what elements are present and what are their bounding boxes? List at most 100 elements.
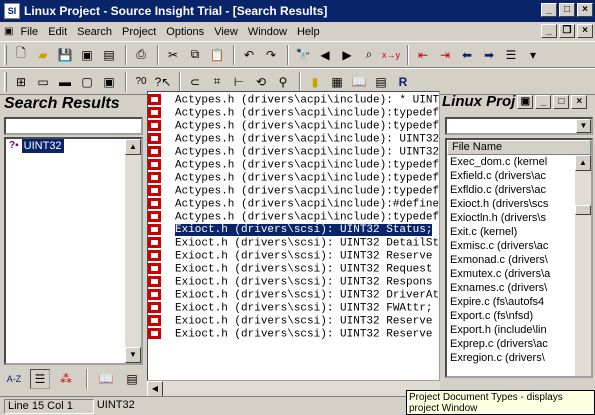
outline-icon[interactable]: ⊢ (229, 72, 249, 92)
file-list-item[interactable]: Exit.c (kernel) (447, 225, 575, 239)
chevron-down-icon[interactable]: ▼ (576, 119, 591, 133)
file-list-item[interactable]: Expire.c (fs\autofs4 (447, 295, 575, 309)
project-window-icon[interactable]: ▦ (327, 72, 347, 92)
result-row[interactable]: Actypes.h (drivers\acpi\include):typedef… (148, 185, 439, 198)
panel-maximize-button[interactable]: □ (553, 94, 570, 109)
file-list-item[interactable]: Export.c (fs\nfsd) (447, 309, 575, 323)
file-list-item[interactable]: Exmonad.c (drivers\ (447, 253, 575, 267)
result-row[interactable]: Actypes.h (drivers\acpi\include):typedef… (148, 211, 439, 224)
file-list-item[interactable]: Exioct.h (drivers\scs (447, 197, 575, 211)
result-row[interactable]: Actypes.h (drivers\acpi\include):typedef… (148, 172, 439, 185)
scroll-thumb[interactable] (575, 205, 591, 215)
cut-icon[interactable]: ✂ (163, 45, 183, 65)
scroll-up-icon[interactable]: ▲ (125, 139, 141, 155)
paste-icon[interactable]: 📋 (207, 45, 227, 65)
menu-edit[interactable]: Edit (43, 26, 72, 38)
relation-icon[interactable]: ⊂ (185, 72, 205, 92)
minimize-button[interactable]: _ (541, 3, 557, 17)
new-file-icon[interactable]: 🗋 (11, 45, 31, 65)
replace-icon[interactable]: x→y (381, 45, 401, 65)
file-list-item[interactable]: Exfldio.c (drivers\ac (447, 183, 575, 197)
file-list-item[interactable]: Exec_dom.c (kernel (447, 155, 575, 169)
mdi-close-button[interactable]: × (577, 24, 593, 38)
jump-back-icon[interactable]: ⇤ (413, 45, 433, 65)
file-list-item[interactable]: Exmutex.c (drivers\a (447, 267, 575, 281)
result-row[interactable]: Actypes.h (drivers\acpi\include): * UINT… (148, 94, 439, 107)
file-list-item[interactable]: Exioctln.h (drivers\s (447, 211, 575, 225)
result-row[interactable]: Exioct.h (drivers\scsi): UINT32 Reserve (148, 315, 439, 328)
file-list-item[interactable]: Export.h (include\lin (447, 323, 575, 337)
mdi-minimize-button[interactable]: _ (541, 24, 557, 38)
call-tree-icon[interactable]: ⌗ (207, 72, 227, 92)
file-list-item[interactable]: Exmisc.c (drivers\ac (447, 239, 575, 253)
document-menu-icon[interactable]: ▣ (2, 26, 15, 37)
print-icon[interactable]: ⎙ (131, 45, 151, 65)
result-row[interactable]: Actypes.h (drivers\acpi\include):typedef… (148, 107, 439, 120)
window-view-icon[interactable]: ▤ (122, 369, 142, 389)
find-prev-icon[interactable]: ◀ (315, 45, 335, 65)
file-list-item[interactable]: Exprep.c (drivers\ac (447, 337, 575, 351)
open-folder-icon[interactable]: ▰ (33, 45, 53, 65)
panel-close-button[interactable]: × (571, 94, 588, 109)
panel-menu-button[interactable]: ▣ (517, 94, 534, 109)
lookup-icon[interactable]: ⚲ (273, 72, 293, 92)
file-list-item[interactable]: Exfield.c (drivers\ac (447, 169, 575, 183)
window-list-icon[interactable]: ▣ (99, 72, 119, 92)
relation-window-icon[interactable]: R (393, 72, 413, 92)
context-help-icon[interactable]: ?↖ (153, 72, 173, 92)
undo-icon[interactable]: ↶ (239, 45, 259, 65)
find-icon[interactable]: 🔭 (293, 45, 313, 65)
result-row[interactable]: Exioct.h (drivers\scsi): UINT32 Respons (148, 276, 439, 289)
maximize-button[interactable]: □ (559, 3, 575, 17)
panel-minimize-button[interactable]: _ (535, 94, 552, 109)
list-item[interactable]: ?▪ UINT32 (6, 139, 141, 153)
result-row[interactable]: Actypes.h (drivers\acpi\include): UINT32 (148, 133, 439, 146)
jump-forward-icon[interactable]: ⇥ (435, 45, 455, 65)
layout-split-icon[interactable]: ▭ (33, 72, 53, 92)
nav-list-icon[interactable]: ☰ (501, 45, 521, 65)
file-list-item[interactable]: Exnames.c (drivers\ (447, 281, 575, 295)
result-row[interactable]: Exioct.h (drivers\scsi): UINT32 DriverAt (148, 289, 439, 302)
result-row[interactable]: Actypes.h (drivers\acpi\include):typedef… (148, 120, 439, 133)
layout-horizontal-icon[interactable]: ▬ (55, 72, 75, 92)
result-row[interactable]: Exioct.h (drivers\scsi): UINT32 FWAttr; (148, 302, 439, 315)
scroll-up-icon[interactable]: ▲ (575, 155, 591, 171)
project-filter-select[interactable]: ▼ (445, 117, 593, 135)
project-scrollbar[interactable]: ▲ (575, 155, 591, 376)
result-row[interactable]: Actypes.h (drivers\acpi\include):#define… (148, 198, 439, 211)
close-file-icon[interactable]: ▤ (99, 45, 119, 65)
nav-forward-icon[interactable]: ➡ (479, 45, 499, 65)
result-row[interactable]: Exioct.h (drivers\scsi): UINT32 DetailSt (148, 237, 439, 250)
sync-icon[interactable]: ⟲ (251, 72, 271, 92)
mdi-restore-button[interactable]: ❐ (559, 24, 575, 38)
result-row[interactable]: Actypes.h (drivers\acpi\include): UINT32 (148, 146, 439, 159)
book-icon[interactable]: 📖 (349, 72, 369, 92)
nav-dropdown-icon[interactable]: ▾ (523, 45, 543, 65)
result-row[interactable]: Exioct.h (drivers\scsi): UINT32 Request (148, 263, 439, 276)
result-row[interactable]: Exioct.h (drivers\scsi): UINT32 Reserve (148, 328, 439, 341)
menu-project[interactable]: Project (117, 26, 161, 38)
nav-back-icon[interactable]: ⬅ (457, 45, 477, 65)
file-list-item[interactable]: Exregion.c (drivers\ (447, 351, 575, 365)
search-input[interactable] (4, 117, 143, 135)
tree-view-icon[interactable]: ⁂ (56, 369, 76, 389)
scroll-down-icon[interactable]: ▼ (125, 347, 141, 363)
scroll-left-icon[interactable]: ◀ (147, 381, 163, 397)
menu-file[interactable]: File (15, 26, 43, 38)
file-name-column-header[interactable]: File Name (447, 140, 591, 155)
layout-single-icon[interactable]: ▢ (77, 72, 97, 92)
symbol-info-icon[interactable]: ?0 (131, 72, 151, 92)
bookmark-icon[interactable]: ▮ (305, 72, 325, 92)
results-hscrollbar[interactable]: ◀ (147, 381, 440, 397)
list-view-icon[interactable]: ☰ (30, 369, 50, 389)
reference-icon[interactable]: ▤ (371, 72, 391, 92)
menu-view[interactable]: View (209, 26, 243, 38)
copy-icon[interactable]: ⧉ (185, 45, 205, 65)
save-all-icon[interactable]: ▣ (77, 45, 97, 65)
close-button[interactable]: × (577, 3, 593, 17)
redo-icon[interactable]: ↷ (261, 45, 281, 65)
menu-window[interactable]: Window (243, 26, 292, 38)
book-view-icon[interactable]: 📖 (96, 369, 116, 389)
menu-help[interactable]: Help (292, 26, 325, 38)
menu-search[interactable]: Search (72, 26, 117, 38)
